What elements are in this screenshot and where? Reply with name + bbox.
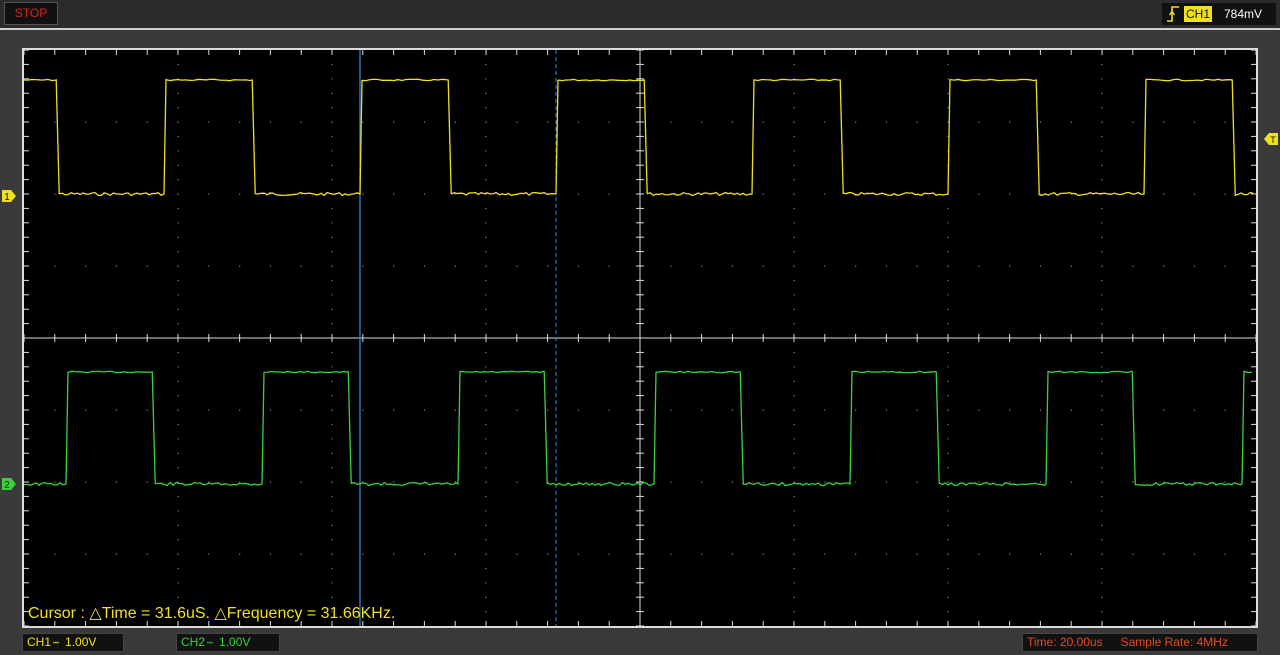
trigger-level: 784mV (1224, 7, 1263, 21)
rising-edge-trigger-icon (1167, 6, 1179, 22)
time-per-div: Time: 20.00us (1027, 635, 1103, 649)
ch2-label: CH2 (181, 635, 206, 649)
ch1-volts-per-div: 1.00V (65, 635, 97, 649)
graticule (24, 50, 1256, 626)
waveform-display[interactable] (22, 48, 1258, 628)
ch1-label: CH1 (27, 635, 52, 649)
svg-text:1: 1 (4, 192, 10, 202)
ch2-waveform (24, 369, 1253, 487)
trigger-channel: CH1 (1184, 6, 1213, 22)
sample-rate: Sample Rate: 4MHz (1120, 635, 1228, 649)
toolbar-divider (0, 28, 1280, 30)
run-stop-button[interactable]: STOP (4, 2, 58, 25)
timebase-status[interactable]: Time: 20.00us Sample Rate: 4MHz (1022, 633, 1258, 652)
ch2-volts-per-div: 1.00V (219, 635, 251, 649)
dc-coupling-icon: ┉ (207, 638, 213, 649)
cursor-readout: Cursor : △Time = 31.6uS. △Frequency = 31… (28, 605, 396, 622)
svg-text:T: T (1270, 135, 1276, 145)
ch1-waveform (24, 78, 1254, 197)
svg-text:2: 2 (4, 480, 10, 490)
dc-coupling-icon: ┉ (53, 638, 59, 649)
ch2-offset-marker[interactable]: 2 (2, 478, 16, 490)
ch1-offset-marker[interactable]: 1 (2, 190, 16, 202)
ch1-scale-status[interactable]: CH1 ┉ 1.00V (22, 633, 124, 652)
trigger-level-marker[interactable]: T (1264, 133, 1278, 145)
top-toolbar (0, 0, 1280, 28)
ch2-scale-status[interactable]: CH2 ┉ 1.00V (176, 633, 280, 652)
